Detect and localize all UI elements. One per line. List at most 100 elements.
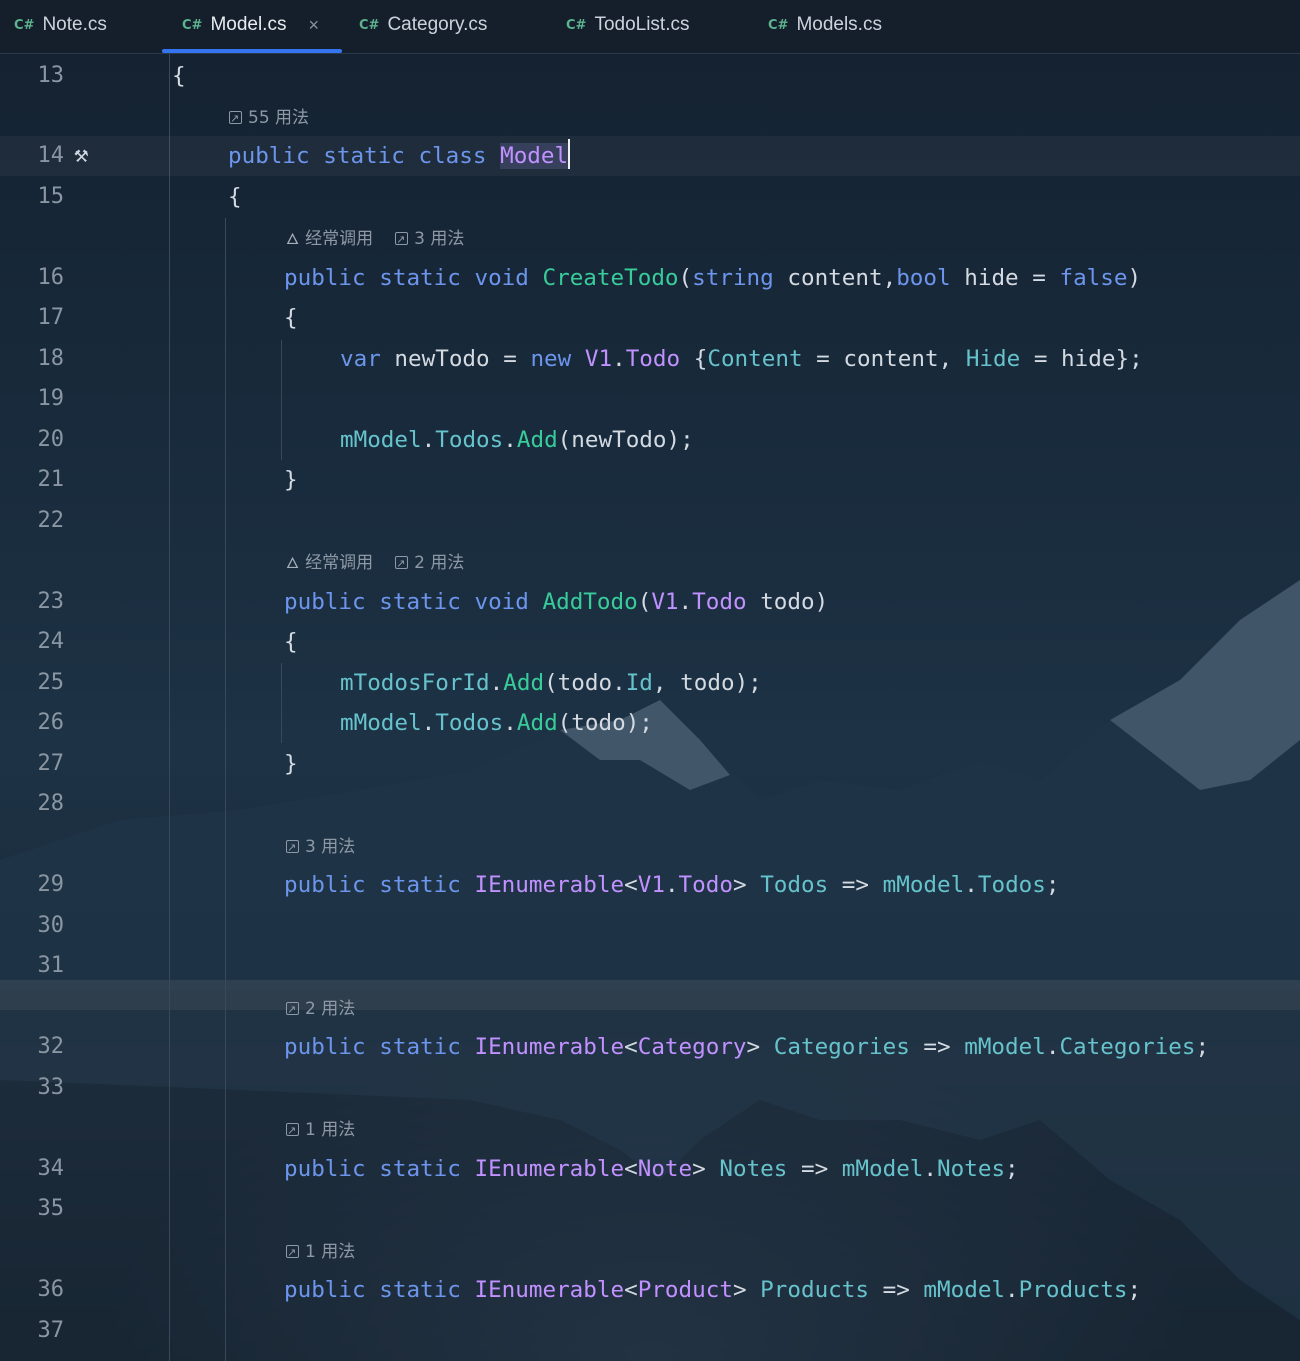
tab-label: Models.cs xyxy=(796,14,882,35)
csharp-file-icon: C# xyxy=(566,17,587,33)
line-number: 35 xyxy=(37,1196,65,1221)
csharp-file-icon: C# xyxy=(182,17,203,33)
code-line: 17 { xyxy=(0,298,1300,338)
code-line: 26 mModel.Todos.Add(todo); xyxy=(0,703,1300,743)
usages-hint[interactable]: 3 用法 xyxy=(286,835,355,860)
usages-icon xyxy=(286,998,299,1022)
code-line: 22 xyxy=(0,501,1300,541)
line-number: 27 xyxy=(37,751,65,776)
tab-models-cs[interactable]: C# Models.cs xyxy=(768,0,882,50)
code-line: 19 xyxy=(0,379,1300,419)
code-text: { xyxy=(172,63,186,89)
line-number: 24 xyxy=(37,629,65,654)
close-tab-icon[interactable]: × xyxy=(308,15,319,36)
code-line-current: 14 ⚒ public static class Model xyxy=(0,136,1300,176)
tab-model-cs[interactable]: C# Model.cs × xyxy=(182,0,319,50)
usages-hint[interactable]: 🜂经常调用3 用法 xyxy=(286,227,464,252)
code-line: 31 xyxy=(0,946,1300,986)
usages-icon xyxy=(286,1119,299,1143)
line-number: 23 xyxy=(37,589,65,614)
line-number: 28 xyxy=(37,791,65,816)
code-text: } xyxy=(284,751,298,777)
code-text: public static class Model xyxy=(228,136,571,176)
code-text: { xyxy=(284,629,298,655)
hammer-icon[interactable]: ⚒ xyxy=(74,140,88,168)
flame-icon: 🜂 xyxy=(286,554,300,572)
code-line: 34 public static IEnumerable<Note> Notes… xyxy=(0,1149,1300,1189)
usages-icon xyxy=(395,552,409,576)
line-number: 37 xyxy=(37,1318,65,1343)
line-number: 21 xyxy=(37,467,65,492)
code-text: } xyxy=(284,467,298,493)
code-text: mModel.Todos.Add(newTodo); xyxy=(340,427,694,453)
code-line: 23 public static void AddTodo(V1.Todo to… xyxy=(0,582,1300,622)
line-number: 33 xyxy=(37,1075,65,1100)
line-number: 17 xyxy=(37,305,65,330)
usages-hint[interactable]: 2 用法 xyxy=(286,997,355,1022)
code-line: 36 public static IEnumerable<Product> Pr… xyxy=(0,1270,1300,1310)
code-text: public static IEnumerable<Note> Notes =>… xyxy=(284,1156,1019,1182)
line-number: 14 xyxy=(37,143,65,168)
csharp-file-icon: C# xyxy=(359,17,380,33)
line-number: 20 xyxy=(37,427,65,452)
code-line: 15 { xyxy=(0,177,1300,217)
code-line: 13 { xyxy=(0,56,1300,96)
code-line: 16 public static void CreateTodo(string … xyxy=(0,258,1300,298)
usages-hint[interactable]: 1 用法 xyxy=(286,1240,355,1265)
line-number: 32 xyxy=(37,1034,65,1059)
code-text: public static void CreateTodo(string con… xyxy=(284,265,1142,291)
tab-label: Category.cs xyxy=(387,14,488,35)
usages-icon xyxy=(229,107,242,131)
line-number: 13 xyxy=(37,63,65,88)
code-line: 29 public static IEnumerable<V1.Todo> To… xyxy=(0,865,1300,905)
text-caret xyxy=(568,139,571,169)
usages-hint[interactable]: 1 用法 xyxy=(286,1118,355,1143)
line-number: 22 xyxy=(37,508,65,533)
code-text: public static void AddTodo(V1.Todo todo) xyxy=(284,589,829,615)
code-text: { xyxy=(284,305,298,331)
code-line: 35 xyxy=(0,1189,1300,1229)
code-line: 25 mTodosForId.Add(todo.Id, todo); xyxy=(0,663,1300,703)
code-line: 27 } xyxy=(0,744,1300,784)
line-number: 31 xyxy=(37,953,65,978)
code-text: public static IEnumerable<Category> Cate… xyxy=(284,1034,1210,1060)
tab-note-cs[interactable]: C# Note.cs xyxy=(14,0,107,50)
line-number: 18 xyxy=(37,346,65,371)
line-number: 30 xyxy=(37,913,65,938)
tab-bar: C# Note.cs C# Model.cs × C# Category.cs … xyxy=(0,0,1300,54)
usages-icon xyxy=(286,1241,299,1265)
code-line: 18 var newTodo = new V1.Todo {Content = … xyxy=(0,339,1300,379)
code-text: mModel.Todos.Add(todo); xyxy=(340,710,653,736)
usages-hint[interactable]: 55 用法 xyxy=(229,106,309,131)
code-line: 21 } xyxy=(0,460,1300,500)
tab-todolist-cs[interactable]: C# TodoList.cs xyxy=(566,0,689,50)
code-line: 28 xyxy=(0,784,1300,824)
code-line: 20 mModel.Todos.Add(newTodo); xyxy=(0,420,1300,460)
line-number: 15 xyxy=(37,184,65,209)
code-editor[interactable]: 13 { 55 用法 14 ⚒ public static class Mode… xyxy=(0,53,1300,1361)
code-line: 30 xyxy=(0,906,1300,946)
code-line: 24 { xyxy=(0,622,1300,662)
csharp-file-icon: C# xyxy=(14,17,35,33)
code-text: var newTodo = new V1.Todo {Content = con… xyxy=(340,346,1143,372)
tab-label: TodoList.cs xyxy=(594,14,690,35)
tab-label: Model.cs xyxy=(210,14,287,35)
line-number: 19 xyxy=(37,386,65,411)
usages-icon xyxy=(395,228,409,252)
code-text: public static IEnumerable<V1.Todo> Todos… xyxy=(284,872,1060,898)
csharp-file-icon: C# xyxy=(768,17,789,33)
tab-category-cs[interactable]: C# Category.cs xyxy=(359,0,487,50)
line-number: 16 xyxy=(37,265,65,290)
code-text: mTodosForId.Add(todo.Id, todo); xyxy=(340,670,762,696)
line-number: 25 xyxy=(37,670,65,695)
code-text: { xyxy=(228,184,242,210)
code-text: public static IEnumerable<Product> Produ… xyxy=(284,1277,1142,1303)
line-number: 29 xyxy=(37,872,65,897)
code-line: 33 xyxy=(0,1068,1300,1108)
active-tab-indicator xyxy=(162,49,342,53)
usages-icon xyxy=(286,836,299,860)
flame-icon: 🜂 xyxy=(286,230,300,248)
usages-hint[interactable]: 🜂经常调用2 用法 xyxy=(286,551,464,576)
tab-label: Note.cs xyxy=(42,14,107,35)
code-line: 37 xyxy=(0,1311,1300,1351)
